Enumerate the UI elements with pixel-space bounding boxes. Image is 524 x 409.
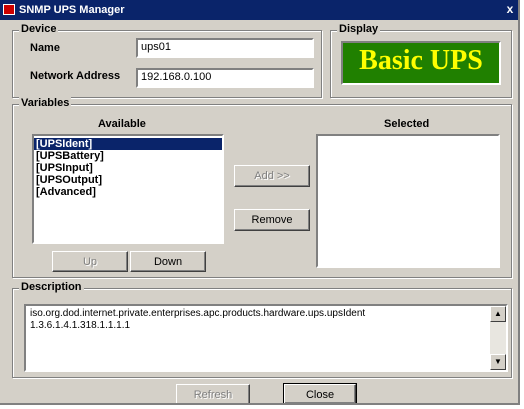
window-title: SNMP UPS Manager xyxy=(19,4,125,16)
scroll-up-arrow-icon[interactable]: ▲ xyxy=(490,306,506,322)
available-variables-list[interactable]: [UPSIdent] [UPSBattery] [UPSInput] [UPSO… xyxy=(32,134,224,244)
variables-group-label: Variables xyxy=(19,97,72,109)
list-item[interactable]: [Advanced] xyxy=(34,186,222,198)
network-address-field[interactable]: 192.168.0.100 xyxy=(136,68,314,88)
description-group-label: Description xyxy=(19,281,84,293)
list-item[interactable]: [UPSInput] xyxy=(34,162,222,174)
add-button[interactable]: Add >> xyxy=(234,165,310,187)
list-item[interactable]: [UPSIdent] xyxy=(34,138,222,150)
description-line-2: 1.3.6.1.4.1.318.1.1.1.1 xyxy=(30,320,131,331)
description-scrollbar[interactable]: ▲ ▼ xyxy=(490,306,506,370)
display-group-label: Display xyxy=(337,23,381,35)
refresh-button[interactable]: Refresh xyxy=(176,384,250,403)
device-group-label: Device xyxy=(19,23,59,35)
scroll-down-arrow-icon[interactable]: ▼ xyxy=(490,354,506,370)
close-window-icon[interactable]: x xyxy=(503,2,517,16)
name-label: Name xyxy=(30,42,60,54)
close-button[interactable]: Close xyxy=(283,383,357,403)
ups-display-panel: Basic UPS xyxy=(341,41,501,85)
available-header: Available xyxy=(98,118,146,130)
up-button[interactable]: Up xyxy=(52,251,128,272)
remove-button[interactable]: Remove xyxy=(234,209,310,231)
down-button[interactable]: Down xyxy=(130,251,206,272)
ups-manager-window: SNMP UPS Manager x Device Name ups01 Net… xyxy=(0,0,520,405)
title-bar[interactable]: SNMP UPS Manager x xyxy=(0,0,518,20)
list-item[interactable]: [UPSOutput] xyxy=(34,174,222,186)
network-address-label: Network Address xyxy=(30,70,121,82)
name-field[interactable]: ups01 xyxy=(136,38,314,58)
app-icon xyxy=(3,4,15,15)
list-item[interactable]: [UPSBattery] xyxy=(34,150,222,162)
selected-header: Selected xyxy=(384,118,430,130)
description-line-1: iso.org.dod.internet.private.enterprises… xyxy=(30,308,366,319)
selected-variables-list[interactable] xyxy=(316,134,500,268)
description-text: iso.org.dod.internet.private.enterprises… xyxy=(24,304,508,372)
